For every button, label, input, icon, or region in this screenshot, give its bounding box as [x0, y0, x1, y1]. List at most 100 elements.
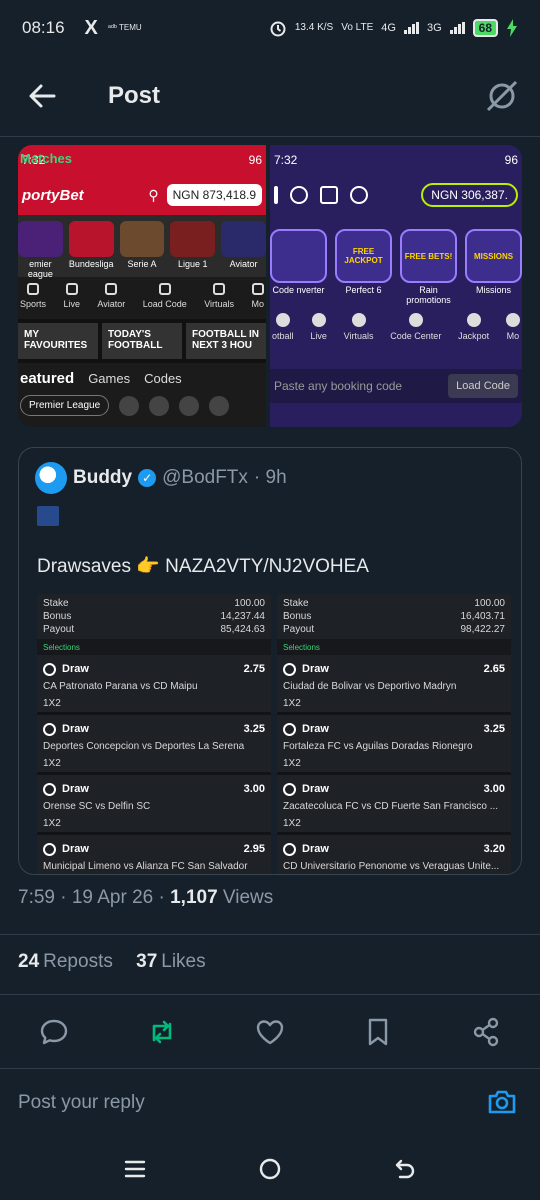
- league-item: Aviator: [221, 221, 266, 277]
- author-handle: @BodFTx: [162, 467, 248, 488]
- status-time: 08:16: [22, 18, 65, 37]
- profile-icon: [290, 186, 308, 204]
- selection-row: Draw 2.95 Municipal Limeno vs Alianza FC …: [37, 835, 271, 874]
- shot-tab: FOOTBALL IN NEXT 3 HOU: [186, 323, 266, 359]
- filter-item: Codes: [144, 370, 182, 386]
- reply-icon[interactable]: [38, 1016, 70, 1048]
- battery-level: 68: [472, 19, 498, 37]
- repost-icon[interactable]: [146, 1016, 178, 1048]
- football-icon: [43, 782, 56, 796]
- filter-item: eatured: [20, 369, 75, 387]
- quick-item: Load Code: [143, 283, 187, 313]
- shot-battery: 96: [504, 153, 518, 167]
- bookmark-icon[interactable]: [362, 1016, 394, 1048]
- verified-badge-icon: ✓: [138, 469, 157, 487]
- promo-item: MISSIONS Missions: [465, 229, 522, 305]
- home-icon[interactable]: [257, 1156, 283, 1182]
- reposts-link[interactable]: 24 Reposts: [18, 951, 113, 972]
- engagement-stats: 24 Reposts 37 Likes: [18, 951, 206, 973]
- shot-tab: TODAY'S FOOTBALL: [102, 323, 182, 359]
- slip-summary: Stake 100.00 Bonus 14,237.44 Payout 85,424.…: [37, 594, 271, 639]
- filter-item: Matches: [20, 151, 73, 166]
- shot-time: 7:32: [274, 153, 298, 167]
- grok-icon[interactable]: [484, 78, 520, 114]
- football-icon: [283, 662, 296, 676]
- selection-row: Draw 3.25 Fortaleza FC vs Aguilas Doradas…: [277, 715, 511, 775]
- sportybet-screenshot-image[interactable]: 7:32 96 portyBet ⚲ NGN 873,418.9 emier ea…: [18, 145, 266, 427]
- league-item: emier eague: [18, 221, 63, 279]
- bet-slip: Stake 100.00 Bonus 16,403.71 Payout 98,422.…: [277, 594, 511, 874]
- selections-header: Selections: [37, 639, 271, 655]
- football-icon: [43, 842, 56, 856]
- shot-battery: 96: [248, 153, 262, 167]
- likes-link[interactable]: 37 Likes: [136, 951, 206, 972]
- league-dot: [209, 395, 230, 416]
- league-dot: [119, 395, 140, 416]
- quick-menu: otball Live Virtuals Code Center Jackpot…: [270, 305, 522, 361]
- post-action-bar: [0, 1010, 540, 1054]
- system-navigation-bar: [0, 1140, 540, 1200]
- shot-status-bar: 7:32 96: [270, 145, 522, 175]
- post-timestamp-views: 7:59 · 19 Apr 26 · 1,107 Views: [18, 887, 273, 909]
- quoted-post-text: Drawsaves 👉 NAZA2VTY/NJ2VOHEA: [37, 556, 369, 577]
- divider: [0, 1068, 540, 1069]
- network-speed: 13.4 K/S: [294, 22, 334, 33]
- share-icon[interactable]: [470, 1016, 502, 1048]
- status-bar: 08:16 X ᵃᵈᵇ TEMU 13.4 K/S Vo LTE 4G 3G 6…: [0, 0, 540, 56]
- divider: [0, 934, 540, 935]
- flag-emoji-icon: [37, 506, 59, 526]
- reply-input[interactable]: Post your reply: [18, 1092, 145, 1114]
- promo-carousel: Code nverter FREE JACKPOT Perfect 6 FREE …: [270, 215, 522, 305]
- shot-top-bar: portyBet ⚲ NGN 873,418.9: [18, 175, 266, 215]
- quick-item: Live: [310, 313, 327, 353]
- selection-row: Draw 3.00 Zacatecoluca FC vs CD Fuerte Sa…: [277, 775, 511, 835]
- selection-row: Draw 2.75 CA Patronato Parana vs CD Maipu…: [37, 655, 271, 715]
- views-label: Views: [217, 887, 274, 908]
- status-right: 13.4 K/S Vo LTE 4G 3G 68: [269, 19, 518, 37]
- search-icon: [350, 186, 368, 204]
- shot-filter: eatured Matches Games Codes: [18, 151, 266, 393]
- post-age: · 9h: [253, 467, 287, 488]
- promo-item: Code nverter: [270, 229, 327, 305]
- booking-code-field: Paste any booking code Load Code: [270, 369, 522, 403]
- quick-item: Mo: [251, 283, 264, 313]
- football-icon: [283, 782, 296, 796]
- signal-bars-2-icon: [449, 22, 465, 34]
- bet-slips-image[interactable]: Stake 100.00 Bonus 14,237.44 Payout 85,424.…: [37, 594, 511, 874]
- avatar[interactable]: [35, 462, 67, 494]
- charging-icon: [507, 19, 517, 37]
- author-name[interactable]: Buddy: [73, 467, 132, 489]
- quick-item: Mo: [505, 313, 520, 353]
- menu-icon: [274, 186, 278, 204]
- shot-tabs: MY FAVOURITES TODAY'S FOOTBALL FOOTBALL …: [18, 319, 266, 363]
- post-media[interactable]: 7:32 96 portyBet ⚲ NGN 873,418.9 emier ea…: [18, 145, 522, 427]
- league-item: Bundesliga: [68, 221, 114, 277]
- selection-row: Draw 2.65 Ciudad de Bolivar vs Deportivo …: [277, 655, 511, 715]
- temu-notification-icon: ᵃᵈᵇ TEMU: [107, 23, 142, 32]
- quick-item: Sports: [20, 283, 46, 313]
- quoted-post[interactable]: Buddy ✓ @BodFTx · 9h Drawsaves 👉 NAZA2VT…: [18, 447, 522, 875]
- back-nav-icon[interactable]: [392, 1156, 418, 1182]
- top-app-bar: Post: [0, 62, 540, 134]
- selection-row: Draw 3.25 Deportes Concepcion vs Deportes…: [37, 715, 271, 775]
- alarm-icon: [270, 21, 286, 37]
- volte-indicator: Vo LTE: [341, 22, 374, 33]
- camera-icon[interactable]: [486, 1086, 518, 1118]
- league-dot: [179, 395, 200, 416]
- bet-app-screenshot-image[interactable]: 7:32 96 NGN 306,387. Code nverter FREE JA…: [270, 145, 522, 427]
- league-item: Serie A: [119, 221, 165, 277]
- promo-item: FREE BETS! Rain promotions: [400, 229, 457, 305]
- load-code-button: Load Code: [448, 374, 518, 398]
- divider: [0, 994, 540, 995]
- back-arrow-icon[interactable]: [26, 80, 58, 112]
- reply-composer[interactable]: Post your reply: [18, 1084, 522, 1124]
- football-icon: [283, 842, 296, 856]
- header-divider: [0, 136, 540, 137]
- quick-menu: Sports Live Aviator Load Code Virtuals M…: [18, 277, 266, 319]
- football-icon: [43, 722, 56, 736]
- selection-row: Draw 3.20 CD Universitario Penonome vs Ve…: [277, 835, 511, 874]
- recent-apps-icon[interactable]: [122, 1156, 148, 1182]
- quick-item: Virtuals: [344, 313, 373, 353]
- like-heart-icon[interactable]: [254, 1016, 286, 1048]
- page-title: Post: [108, 82, 161, 109]
